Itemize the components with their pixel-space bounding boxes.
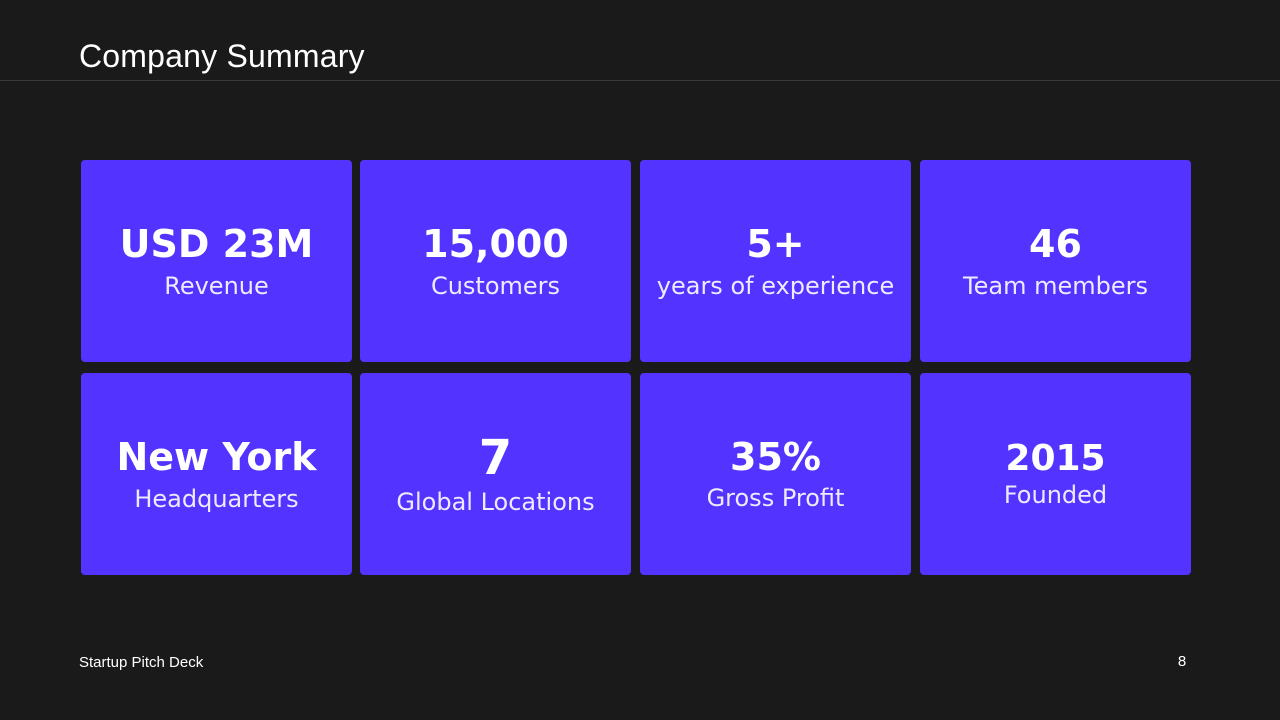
stat-tile-locations: 7 Global Locations: [360, 373, 631, 575]
page-number: 8: [1177, 653, 1187, 670]
stat-value: 7: [478, 430, 513, 486]
stat-label: years of experience: [656, 272, 895, 300]
stat-tile-founded: 2015 Founded: [920, 373, 1191, 575]
stat-value: USD 23M: [119, 222, 314, 266]
stat-value: 2015: [1005, 438, 1106, 479]
title-divider: [0, 80, 1280, 81]
stat-value: 46: [1029, 222, 1082, 266]
stat-label: Revenue: [164, 272, 269, 300]
stat-label: Customers: [430, 272, 561, 300]
stat-tile-team: 46 Team members: [920, 160, 1191, 362]
deck-footer: Startup Pitch Deck: [79, 654, 204, 671]
stat-label: Team members: [963, 272, 1148, 300]
stat-label: Gross Profit: [706, 484, 845, 512]
stat-value: New York: [116, 435, 317, 479]
stat-value: 5+: [746, 222, 805, 266]
stat-tile-revenue: USD 23M Revenue: [81, 160, 352, 362]
stat-value: 35%: [730, 435, 821, 479]
slide-title: Company Summary: [79, 38, 365, 74]
stat-label: Global Locations: [396, 488, 595, 516]
stat-label: Headquarters: [134, 485, 299, 513]
stat-tile-headquarters: New York Headquarters: [81, 373, 352, 575]
stat-tile-gross-profit: 35% Gross Profit: [640, 373, 911, 575]
stat-tile-experience: 5+ years of experience: [640, 160, 911, 362]
stat-label: Founded: [1003, 481, 1108, 509]
stat-value: 15,000: [422, 222, 569, 266]
stat-tile-customers: 15,000 Customers: [360, 160, 631, 362]
